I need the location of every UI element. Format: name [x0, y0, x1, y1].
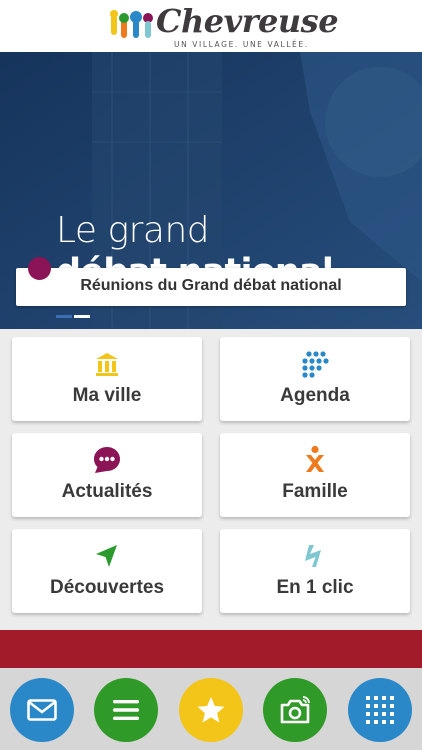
- app-logo-tagline: UN VILLAGE. UNE VALLÉE.: [174, 40, 309, 49]
- dots-grid-icon: [220, 349, 410, 379]
- tile-label: Famille: [282, 481, 348, 502]
- app-header: Chevreuse UN VILLAGE. UNE VALLÉE.: [0, 0, 422, 52]
- town-logo-icon: [110, 10, 153, 38]
- tile-label: Agenda: [280, 385, 350, 406]
- tile-label: Ma ville: [72, 385, 142, 406]
- family-icon: [220, 445, 410, 475]
- tile-en-1-clic[interactable]: En 1 clic: [220, 529, 410, 613]
- apps-grid-button[interactable]: [348, 678, 412, 742]
- navigation-arrow-icon: [12, 541, 202, 571]
- grand-debat-meetings-label: Réunions du Grand débat national: [80, 277, 342, 294]
- mail-button[interactable]: [10, 678, 74, 742]
- hero-title-line1: Le grand: [56, 210, 210, 251]
- mail-icon: [27, 699, 57, 721]
- hero-bullet-icon: [28, 257, 51, 280]
- menu-button[interactable]: [94, 678, 158, 742]
- tile-actualites[interactable]: Actualités: [12, 433, 202, 517]
- tile-label: Actualités: [61, 481, 153, 502]
- menu-icon: [113, 700, 139, 720]
- tile-ma-ville[interactable]: Ma ville: [12, 337, 202, 421]
- report-photo-button[interactable]: [263, 678, 327, 742]
- app-logo-name: Chevreuse: [156, 2, 339, 40]
- tile-label: Découvertes: [49, 577, 165, 598]
- chat-bubble-icon: [12, 445, 202, 475]
- grand-debat-meetings-button[interactable]: Réunions du Grand débat national: [16, 268, 406, 306]
- camera-icon: [280, 696, 310, 724]
- grid-icon: [366, 696, 394, 724]
- star-icon: [197, 697, 225, 723]
- tile-famille[interactable]: Famille: [220, 433, 410, 517]
- bottom-dock: [0, 668, 422, 750]
- tile-label: En 1 clic: [276, 577, 354, 598]
- menu-grid: Ma ville Agenda Actualités Famille Décou…: [0, 329, 422, 630]
- favorites-button[interactable]: [179, 678, 243, 742]
- tile-decouvertes[interactable]: Découvertes: [12, 529, 202, 613]
- tile-agenda[interactable]: Agenda: [220, 337, 410, 421]
- city-hall-icon: [12, 349, 202, 379]
- lightning-icon: [220, 541, 410, 571]
- promo-strip[interactable]: [0, 630, 422, 668]
